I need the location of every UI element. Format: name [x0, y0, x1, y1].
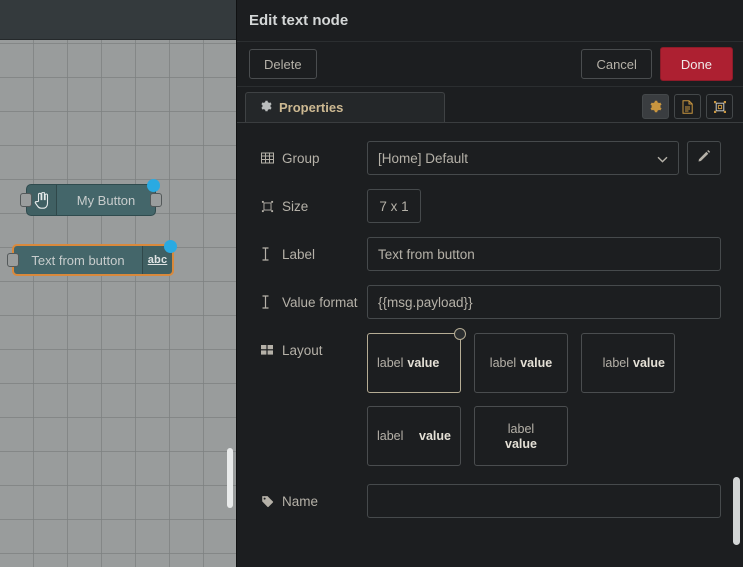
layout-option-1[interactable]: label value	[367, 328, 466, 393]
dialog-action-bar: Delete Cancel Done	[237, 42, 743, 87]
layout-option-selected-indicator	[454, 328, 466, 340]
layout-option-2[interactable]: label value	[474, 333, 568, 393]
flow-canvas-pane[interactable]: My Button Text from button abc	[0, 0, 236, 567]
layout-label: Layout	[261, 333, 367, 367]
size-button[interactable]: 7 x 1	[367, 189, 421, 223]
value-format-label: Value format	[261, 285, 367, 319]
layout-option-value: value	[407, 356, 440, 370]
field-row-label: Label Text from button	[237, 237, 743, 271]
document-icon-button[interactable]	[674, 94, 701, 119]
abc-icon-text: abc	[147, 254, 168, 266]
edit-node-dialog: Edit text node Delete Cancel Done Proper…	[236, 0, 743, 567]
edit-text-node-screen: My Button Text from button abc Edit text…	[0, 0, 743, 567]
layout-options: label value label value label value labe…	[367, 328, 721, 466]
field-row-group: Group [Home] Default	[237, 141, 743, 175]
label-input[interactable]: Text from button	[367, 237, 721, 271]
field-row-size: Size 7 x 1	[237, 189, 743, 223]
layout-option-value: value	[633, 356, 665, 370]
value-format-input[interactable]: {{msg.payload}}	[367, 285, 721, 319]
group-label: Group	[261, 141, 367, 175]
flow-node-my-button[interactable]: My Button	[20, 179, 162, 216]
group-select[interactable]: [Home] Default	[367, 141, 679, 175]
canvas-toolbar	[0, 0, 236, 40]
name-label-text: Name	[282, 493, 319, 509]
resize-icon	[261, 200, 276, 213]
layout-option-label: label	[377, 429, 404, 443]
group-field-wrap: [Home] Default	[367, 141, 721, 175]
value-format-label-text: Value format	[282, 294, 358, 310]
layout-option-label: label	[507, 421, 535, 436]
group-label-text: Group	[282, 150, 320, 166]
table-grid-icon	[261, 152, 276, 164]
group-select-value: [Home] Default	[378, 150, 469, 166]
field-row-layout: Layout label value label value label val…	[237, 328, 743, 466]
resize-icon-button[interactable]	[706, 94, 733, 119]
flow-node-label: My Button	[76, 192, 136, 208]
dialog-form: Group [Home] Default Size 7 x 1 Label Te…	[237, 123, 743, 567]
layout-label-text: Layout	[282, 342, 323, 358]
node-status-dot	[147, 179, 160, 192]
dialog-tabs: Properties	[237, 87, 743, 123]
gear-icon	[260, 100, 272, 115]
layout-option-label: label	[377, 356, 404, 370]
tab-label: Properties	[279, 100, 344, 115]
name-label: Name	[261, 484, 367, 518]
canvas-vertical-scrollbar[interactable]	[227, 448, 233, 508]
tag-icon	[261, 495, 276, 508]
pencil-icon	[697, 149, 711, 168]
size-label: Size	[261, 189, 367, 223]
layout-option-label: label	[602, 356, 630, 370]
edit-group-button[interactable]	[687, 141, 721, 175]
layout-option-value: value	[505, 436, 537, 451]
delete-button[interactable]: Delete	[249, 49, 317, 79]
canvas-grid[interactable]: My Button Text from button abc	[0, 40, 236, 567]
layout-grid-icon	[261, 344, 276, 356]
layout-option-label: label	[489, 356, 517, 370]
label-field-label-text: Label	[282, 246, 316, 262]
tab-properties[interactable]: Properties	[245, 92, 445, 122]
layout-option-value: value	[419, 429, 451, 443]
size-label-text: Size	[282, 198, 309, 214]
layout-option-3[interactable]: label value	[581, 333, 675, 393]
node-input-port[interactable]	[7, 253, 19, 267]
flow-node-label: Text from button	[31, 252, 125, 268]
node-status-dot	[164, 240, 177, 253]
name-input[interactable]	[367, 484, 721, 518]
dialog-header: Edit text node	[237, 0, 743, 42]
cancel-button[interactable]: Cancel	[581, 49, 652, 79]
text-cursor-icon	[261, 247, 276, 261]
node-input-port[interactable]	[20, 193, 32, 207]
text-cursor-icon	[261, 295, 276, 309]
gear-icon-button[interactable]	[642, 94, 669, 119]
layout-option-value: value	[520, 356, 553, 370]
label-field-label: Label	[261, 237, 367, 271]
layout-option-4[interactable]: label value	[367, 406, 461, 466]
field-row-value-format: Value format {{msg.payload}}	[237, 285, 743, 319]
done-button[interactable]: Done	[659, 47, 733, 81]
flow-node-text-from-button[interactable]: Text from button abc	[7, 240, 177, 276]
layout-option-5[interactable]: label value	[474, 406, 568, 466]
dialog-title: Edit text node	[249, 12, 349, 29]
field-row-name: Name	[237, 484, 743, 518]
node-output-port[interactable]	[150, 193, 162, 207]
chevron-down-icon	[657, 151, 668, 166]
tab-tool-buttons	[642, 94, 733, 122]
dialog-vertical-scrollbar[interactable]	[733, 477, 740, 545]
